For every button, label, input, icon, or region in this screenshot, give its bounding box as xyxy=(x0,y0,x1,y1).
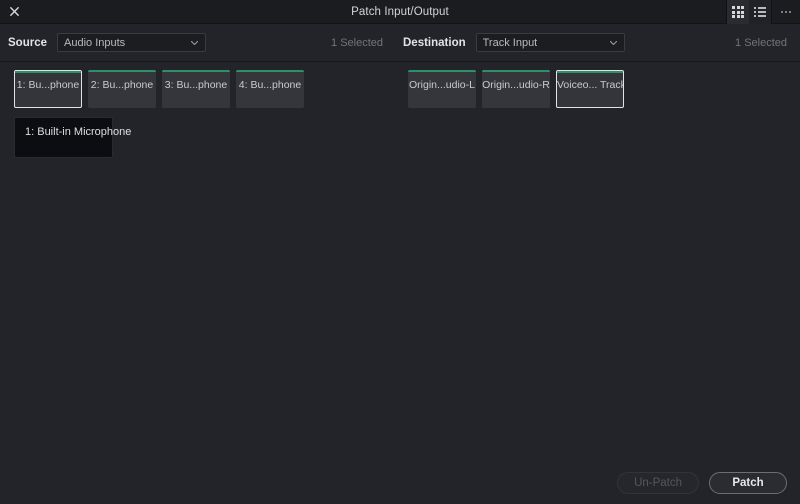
view-mode-group xyxy=(726,0,772,24)
destination-tile[interactable]: Origin...udio-R xyxy=(482,70,550,108)
dot xyxy=(781,11,783,13)
source-tooltip-text: 1: Built-in Microphone xyxy=(25,126,132,138)
destination-label: Destination xyxy=(403,36,466,49)
tile-label: 1: Bu...phone xyxy=(16,79,80,91)
destination-panel: Origin...udio-L Origin...udio-R Voiceo... … xyxy=(395,63,800,461)
destination-selected-count: 1 Selected xyxy=(735,36,787,49)
source-label: Source xyxy=(8,36,47,49)
source-selected-count: 1 Selected xyxy=(331,36,383,49)
source-tile[interactable]: 4: Bu...phone xyxy=(236,70,304,108)
grid-view-glyph xyxy=(732,6,744,18)
patch-body: 1: Bu...phone 2: Bu...phone 3: Bu...phone 4… xyxy=(0,63,800,461)
tile-label: Origin...udio-R xyxy=(482,79,550,91)
source-panel: 1: Bu...phone 2: Bu...phone 3: Bu...phone 4… xyxy=(0,63,395,461)
chevron-down-icon xyxy=(609,40,617,45)
more-options-icon[interactable] xyxy=(772,0,800,24)
grid-view-icon[interactable] xyxy=(727,0,749,24)
source-tooltip: 1: Built-in Microphone xyxy=(14,117,131,158)
tile-label: Origin...udio-L xyxy=(409,79,475,91)
source-tile[interactable]: 3: Bu...phone xyxy=(162,70,230,108)
source-tile-list: 1: Bu...phone 2: Bu...phone 3: Bu...phone 4… xyxy=(0,63,395,108)
source-tile[interactable]: 1: Bu...phone xyxy=(14,70,82,108)
tile-label: 4: Bu...phone xyxy=(238,79,302,91)
tile-label: 2: Bu...phone xyxy=(90,79,154,91)
list-view-glyph xyxy=(754,7,766,17)
patch-footer: Un-Patch Patch xyxy=(0,461,800,504)
tile-accent-bar xyxy=(15,71,81,73)
tile-accent-bar xyxy=(236,70,304,72)
tile-accent-bar xyxy=(88,70,156,72)
tile-accent-bar xyxy=(162,70,230,72)
destination-controls: Destination Track Input 1 Selected xyxy=(395,24,800,62)
chevron-down-icon xyxy=(191,40,198,45)
tile-accent-bar xyxy=(408,70,476,72)
destination-tile-list: Origin...udio-L Origin...udio-R Voiceo... … xyxy=(395,63,800,108)
tile-accent-bar xyxy=(557,71,623,73)
destination-type-value: Track Input xyxy=(482,36,538,49)
source-type-value: Audio Inputs xyxy=(64,36,126,49)
window-title: Patch Input/Output xyxy=(351,5,449,18)
tile-label: 3: Bu...phone xyxy=(164,79,228,91)
un-patch-button[interactable]: Un-Patch xyxy=(617,471,699,494)
destination-tile[interactable]: Voiceo... Track xyxy=(556,70,624,108)
titlebar-actions xyxy=(726,0,800,24)
list-view-icon[interactable] xyxy=(749,0,771,24)
dot xyxy=(785,11,787,13)
destination-type-select[interactable]: Track Input xyxy=(475,33,625,52)
destination-tile[interactable]: Origin...udio-L xyxy=(408,70,476,108)
close-icon[interactable] xyxy=(0,0,28,24)
window-titlebar: Patch Input/Output xyxy=(0,0,800,24)
patch-button[interactable]: Patch xyxy=(709,471,787,494)
patch-toolbar: Source Audio Inputs 1 Selected Destinati… xyxy=(0,24,800,62)
dot xyxy=(789,11,791,13)
tile-label: Voiceo... Track xyxy=(557,79,623,91)
source-tile[interactable]: 2: Bu...phone xyxy=(88,70,156,108)
tile-accent-bar xyxy=(482,70,550,72)
source-type-select[interactable]: Audio Inputs xyxy=(57,33,206,52)
source-controls: Source Audio Inputs 1 Selected xyxy=(0,24,395,62)
